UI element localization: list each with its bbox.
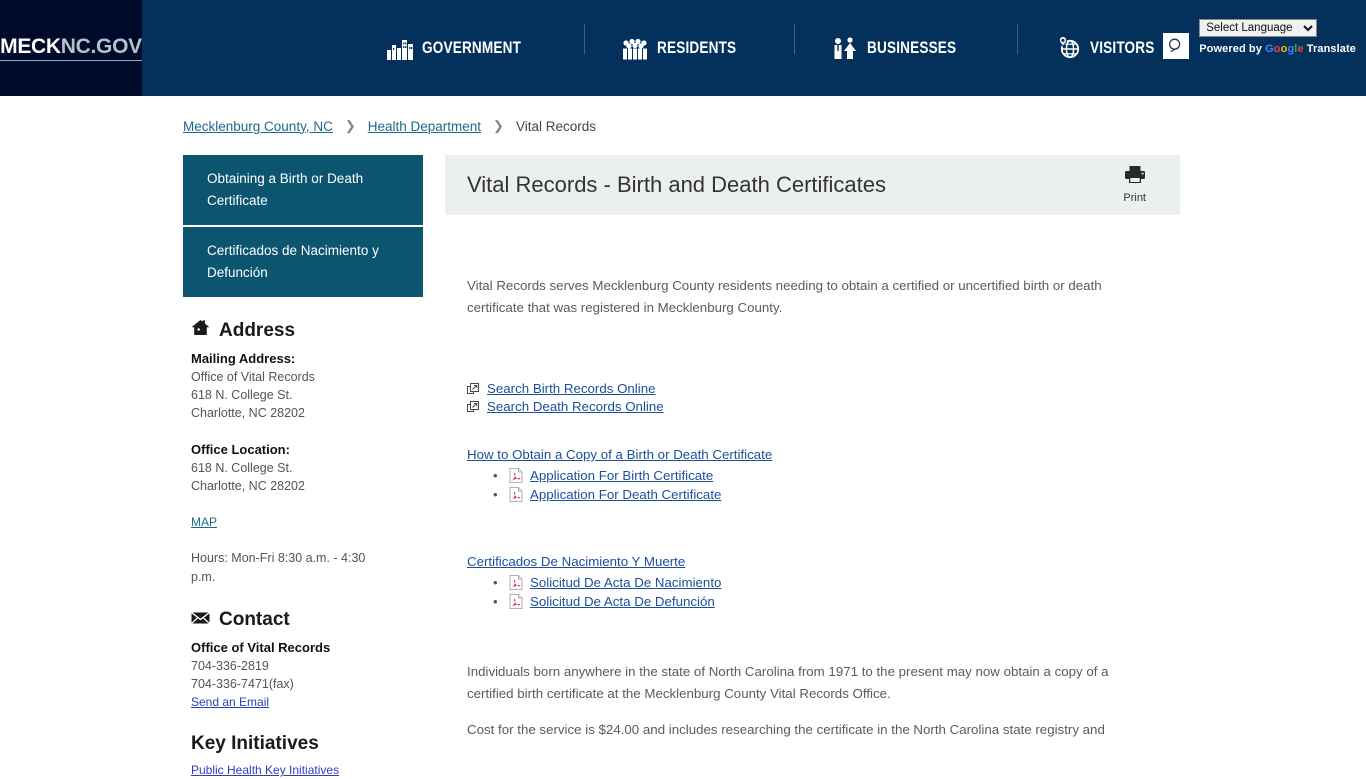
intro-paragraph: Vital Records serves Mecklenburg County … [467,278,1102,315]
pdf-icon [509,468,523,483]
contact-heading-text: Contact [219,609,290,630]
content-body: Vital Records serves Mecklenburg County … [445,215,1180,741]
english-document-list: Application For Birth Certificate Applic… [467,468,1158,502]
contact-office-name: Office of Vital Records [191,640,331,655]
site-header: MECKNC.GOV GOVERNMENT RESIDENTS BUSINESS… [0,0,1366,96]
sidebar-item-obtaining-certificate[interactable]: Obtaining a Birth or Death Certificate [183,155,423,225]
pdf-icon [509,594,523,609]
sidebar-navigation: Obtaining a Birth or Death Certificate C… [183,155,423,297]
people-icon [622,36,648,60]
page-title: Vital Records - Birth and Death Certific… [467,172,886,197]
spanish-document-list: Solicitud De Acta De Nacimiento Solicitu… [467,575,1158,609]
external-link-icon [467,382,479,395]
google-translate-widget: Select Language Powered by Google Transl… [1199,18,1356,55]
logo-nc: NC.GOV [60,35,142,58]
nav-label-businesses: BUSINESSES [867,38,957,57]
globe-pin-icon [1055,36,1081,60]
office-location-line-1: 618 N. College St. [191,461,293,475]
google-wordmark: Google [1265,43,1304,55]
application-death-certificate-link[interactable]: Application For Death Certificate [530,487,721,502]
powered-prefix: Powered by [1199,43,1262,55]
address-heading-text: Address [219,319,296,341]
logo-meck: MECK [0,35,61,58]
print-button[interactable]: Print [1123,165,1146,204]
breadcrumb-item-health-department[interactable]: Health Department [368,119,481,134]
nav-item-businesses[interactable]: BUSINESSES [794,24,1017,60]
logo-text: MECKNC.GOV [0,35,142,61]
application-birth-certificate-link[interactable]: Application For Birth Certificate [530,468,713,483]
certificados-nacimiento-muerte-link[interactable]: Certificados De Nacimiento Y Muerte [467,554,1158,569]
mailing-address-line-3: Charlotte, NC 28202 [191,406,305,420]
content-header: Vital Records - Birth and Death Certific… [445,155,1180,215]
external-link-row-birth: Search Birth Records Online [467,381,1158,396]
header-utilities: Select Language Powered by Google Transl… [1163,18,1356,59]
search-birth-records-link[interactable]: Search Birth Records Online [487,381,656,396]
printer-icon [1124,166,1146,189]
main-content: Vital Records - Birth and Death Certific… [445,155,1180,779]
language-select[interactable]: Select Language [1199,19,1318,37]
list-item: Solicitud De Acta De Defunción [493,594,1158,609]
contact-block: Contact Office of Vital Records 704-336-… [183,609,423,711]
chevron-right-icon: ❯ [344,118,356,133]
send-email-link[interactable]: Send an Email [191,695,269,709]
print-label: Print [1123,192,1146,204]
translate-word: Translate [1306,43,1356,55]
public-health-key-initiatives-link[interactable]: Public Health Key Initiatives [191,763,339,777]
mailing-address-line-2: 618 N. College St. [191,388,293,402]
buildings-icon [387,36,414,60]
envelope-icon [191,609,210,631]
paragraph-cost: Cost for the service is $24.00 and inclu… [467,722,1105,737]
paragraph-born-in-nc: Individuals born anywhere in the state o… [467,664,1109,701]
nav-item-government[interactable]: GOVERNMENT [349,36,584,60]
list-item: Application For Birth Certificate [493,468,1158,483]
nav-label-visitors: VISITORS [1089,38,1155,57]
contact-fax: 704-336-7471(fax) [191,677,294,691]
how-to-obtain-copy-link[interactable]: How to Obtain a Copy of a Birth or Death… [467,447,1158,462]
office-location-line-2: Charlotte, NC 28202 [191,479,305,493]
list-item: Application For Death Certificate [493,487,1158,502]
nav-label-government: GOVERNMENT [422,38,522,57]
list-item: Solicitud De Acta De Nacimiento [493,575,1158,590]
business-people-icon [832,36,858,60]
page-wrapper: Obtaining a Birth or Death Certificate C… [0,134,1366,779]
solicitud-acta-nacimiento-link[interactable]: Solicitud De Acta De Nacimiento [530,575,721,590]
sidebar: Obtaining a Birth or Death Certificate C… [183,155,423,779]
breadcrumb-item-current: Vital Records [515,118,596,134]
office-location-label: Office Location: [191,442,290,457]
pdf-icon [509,487,523,502]
mailing-address-label: Mailing Address: [191,351,296,366]
search-death-records-link[interactable]: Search Death Records Online [487,399,664,414]
office-hours: Hours: Mon-Fri 8:30 a.m. - 4:30 p.m. [191,551,366,584]
nav-label-residents: RESIDENTS [657,38,737,57]
external-link-icon [467,400,479,413]
contact-phone: 704-336-2819 [191,659,269,673]
breadcrumb: Mecklenburg County, NC ❯ Health Departme… [0,96,1366,134]
search-icon[interactable] [1163,33,1190,59]
home-icon [191,319,210,342]
mailing-address-line-1: Office of Vital Records [191,370,315,384]
solicitud-acta-defuncion-link[interactable]: Solicitud De Acta De Defunción [530,594,715,609]
pdf-icon [509,575,523,590]
address-block: Address Mailing Address: Office of Vital… [183,319,423,587]
map-link[interactable]: MAP [191,515,217,529]
chevron-right-icon: ❯ [493,118,504,133]
nav-item-residents[interactable]: RESIDENTS [584,24,794,60]
sidebar-item-certificados[interactable]: Certificados de Nacimiento y Defunción [183,225,423,297]
external-link-row-death: Search Death Records Online [467,399,1158,414]
site-logo[interactable]: MECKNC.GOV [0,0,142,96]
key-initiatives-heading: Key Initiatives [191,733,319,754]
contact-heading: Contact [191,609,423,631]
powered-by-google-translate: Powered by Google Translate [1199,43,1356,55]
breadcrumb-item-county[interactable]: Mecklenburg County, NC [183,119,333,134]
key-initiatives-block: Key Initiatives Public Health Key Initia… [183,733,423,779]
address-heading: Address [191,319,423,342]
